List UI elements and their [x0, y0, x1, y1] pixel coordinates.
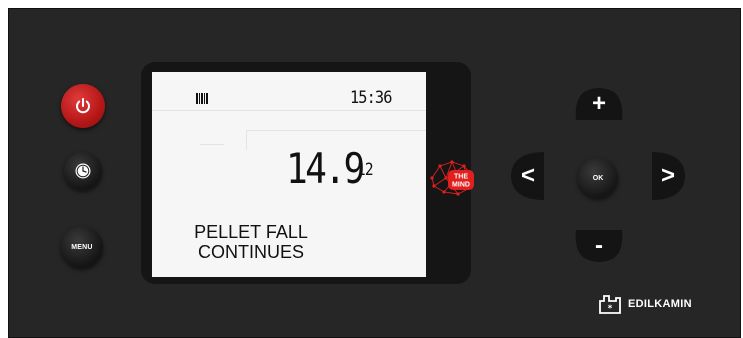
time-display: 15:36 [350, 88, 392, 108]
left-button[interactable]: < [508, 150, 548, 202]
lcd-divider [246, 130, 247, 150]
lcd-screen: 15:36 14.9 ° 12 PELLET FALL CONTINUES [152, 72, 426, 277]
power-button[interactable] [61, 84, 105, 128]
status-line-1: PELLET FALL [194, 222, 308, 242]
plus-button[interactable]: + [572, 84, 626, 124]
minus-button[interactable]: - [572, 226, 626, 266]
status-line-2: CONTINUES [197, 242, 304, 262]
lcd-divider [152, 110, 426, 111]
plus-icon: + [591, 90, 606, 117]
power-icon [76, 98, 90, 114]
secondary-value: 12 [357, 160, 374, 180]
brain-network-icon: THE MIND [430, 160, 474, 196]
svg-text:*: * [608, 304, 613, 314]
brand-logo: * EDILKAMIN [598, 294, 692, 314]
minus-icon: - [595, 232, 603, 259]
lcd-divider [246, 130, 426, 131]
edilkamin-logo-icon: * [599, 295, 621, 314]
menu-button-label: MENU [71, 243, 93, 251]
lcd-divider [200, 144, 224, 145]
right-button[interactable]: > [648, 150, 688, 202]
right-arrow-icon: > [660, 162, 675, 189]
degree-symbol: ° [345, 152, 354, 168]
status-message: PELLET FALL CONTINUES [152, 222, 350, 262]
logo-line-2: MIND [452, 182, 470, 189]
menu-button[interactable]: MENU [61, 226, 103, 268]
ok-button[interactable]: OK [578, 158, 618, 198]
clock-icon [75, 163, 91, 179]
ok-button-label: OK [592, 174, 604, 182]
logo-line-1: THE [454, 174, 468, 181]
left-arrow-icon: < [520, 162, 535, 189]
brand-name: EDILKAMIN [628, 298, 692, 310]
clock-button[interactable] [64, 152, 102, 190]
bars-icon [196, 93, 208, 104]
